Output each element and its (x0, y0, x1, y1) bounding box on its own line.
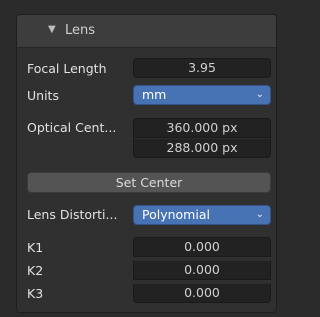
lens-panel: ▼ Lens Focal Length 3.95 Units mm ⌄ Opti… (16, 14, 277, 313)
units-value: mm (142, 87, 167, 102)
chevron-down-icon: ⌄ (255, 89, 264, 100)
triangle-down-icon[interactable]: ▼ (48, 24, 56, 35)
units-label: Units (27, 88, 59, 103)
k3-field[interactable]: 0.000 (133, 283, 271, 303)
panel-title: Lens (65, 23, 96, 38)
k2-field[interactable]: 0.000 (133, 260, 271, 280)
k3-label: K3 (27, 286, 44, 301)
lens-distortion-label: Lens Distorti... (27, 207, 118, 222)
lens-distortion-value: Polynomial (142, 207, 210, 222)
lens-panel-header[interactable]: ▼ Lens (17, 15, 276, 48)
k1-field[interactable]: 0.000 (133, 237, 271, 257)
chevron-down-icon: ⌄ (255, 209, 264, 220)
lens-distortion-dropdown[interactable]: Polynomial ⌄ (133, 205, 271, 225)
units-dropdown[interactable]: mm ⌄ (133, 85, 271, 105)
set-center-button[interactable]: Set Center (27, 172, 271, 193)
focal-length-label: Focal Length (27, 61, 107, 76)
optical-center-label: Optical Cent... (27, 120, 117, 135)
optical-center-y-field[interactable]: 288.000 px (133, 138, 271, 158)
k1-label: K1 (27, 240, 44, 255)
optical-center-x-field[interactable]: 360.000 px (133, 118, 271, 138)
k2-label: K2 (27, 263, 44, 278)
focal-length-field[interactable]: 3.95 (133, 58, 271, 78)
